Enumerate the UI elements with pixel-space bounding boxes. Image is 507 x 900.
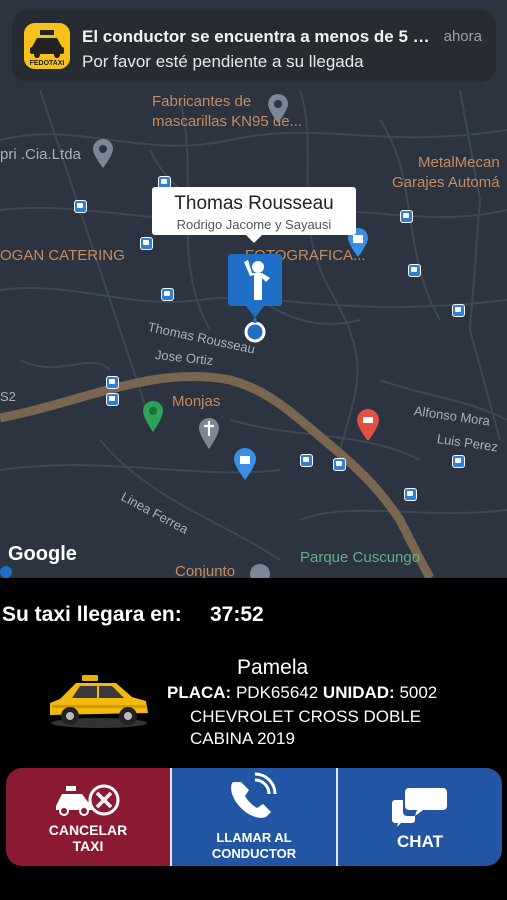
vehicle-description: CHEVROLET CROSS DOBLE CABINA 2019 (190, 707, 422, 748)
bus-stop-icon[interactable] (140, 237, 153, 250)
restaurant-pin-icon[interactable] (355, 408, 381, 442)
church-pin-icon[interactable] (197, 416, 221, 450)
bus-stop-icon[interactable] (300, 454, 313, 467)
gray-place-pin-icon[interactable] (266, 92, 290, 124)
notification-body: Por favor esté pendiente a su llegada (82, 52, 364, 71)
bus-stop-icon[interactable] (161, 288, 174, 301)
location-callout[interactable]: Thomas Rousseau Rodrigo Jacome y Sayausi (152, 187, 356, 243)
phone-icon (231, 772, 277, 818)
unit-label: UNIDAD: (322, 683, 395, 702)
eta-time: 37:52 (210, 603, 264, 626)
action-bar: CANCELAR TAXI LLAMAR AL CONDUCTOR CHAT (6, 768, 502, 866)
gray-place-pin-icon[interactable] (91, 137, 115, 169)
map-label-metalmec: MetalMecan (418, 154, 500, 171)
eta-label: Su taxi llegara en: (2, 603, 182, 626)
bus-stop-icon[interactable] (452, 304, 465, 317)
map-label-parque: Parque Cuscungo (300, 549, 421, 566)
map-label-cia: pri .Cia.Ltda (0, 146, 81, 163)
google-attribution: Google (8, 543, 77, 565)
unit-value: 5002 (399, 683, 438, 702)
callout-name: Thomas Rousseau (174, 193, 334, 214)
notification-time: ahora (443, 28, 482, 45)
callout-address: Rodrigo Jacome y Sayausi (176, 217, 332, 232)
plate-label: PLACA: (167, 683, 232, 702)
gray-place-pin-icon[interactable] (248, 562, 272, 578)
map-label-catering: OGAN CATERING (0, 247, 125, 264)
taxi-cancel-icon (56, 784, 120, 816)
push-notification[interactable]: FEDOTAXI El conductor se encuentra a men… (12, 10, 496, 82)
cancel-taxi-label: CANCELAR TAXI (48, 822, 128, 854)
bus-stop-icon[interactable] (74, 200, 87, 213)
app-icon-label: FEDOTAXI (30, 60, 65, 67)
cancel-taxi-button[interactable]: CANCELAR TAXI (6, 768, 170, 866)
chat-icon (392, 788, 447, 827)
bus-stop-icon[interactable] (408, 264, 421, 277)
taxi-car-icon (50, 675, 148, 728)
map-label-monjas: Monjas (172, 393, 221, 410)
bus-stop-icon[interactable] (106, 376, 119, 389)
driver-name: Pamela (237, 656, 309, 679)
plate-line: PLACA: PDK65642 UNIDAD: 5002 (167, 683, 437, 703)
bus-stop-icon[interactable] (400, 210, 413, 223)
map-label-fabricantes: Fabricantes de (152, 93, 252, 110)
bus-stop-icon[interactable] (333, 458, 346, 471)
fedotaxi-app-icon: FEDOTAXI (24, 23, 70, 69)
call-driver-label: LLAMAR AL CONDUCTOR (211, 830, 297, 861)
call-driver-button[interactable]: LLAMAR AL CONDUCTOR (170, 768, 336, 866)
bus-stop-icon[interactable] (106, 393, 119, 406)
map-label-s2: S2 (0, 389, 16, 404)
bus-stop-icon[interactable] (404, 488, 417, 501)
map-label-garajes: Garajes Automá (392, 174, 500, 191)
taxi-logo-icon: FEDOTAXI (24, 23, 70, 69)
passenger-pin-icon[interactable] (226, 252, 284, 346)
store-pin-icon[interactable] (232, 447, 258, 481)
chat-button[interactable]: CHAT (336, 768, 502, 866)
plate-value: PDK65642 (235, 683, 319, 702)
chat-label: CHAT (397, 832, 443, 851)
map-view[interactable]: Fabricantes de mascarillas KN95 de... pr… (0, 0, 507, 578)
park-pin-icon[interactable] (141, 399, 165, 433)
bus-stop-icon[interactable] (452, 455, 465, 468)
map-label-conjunto: Conjunto (175, 563, 236, 578)
notification-title: El conductor se encuentra a menos de 5 m… (82, 27, 434, 46)
